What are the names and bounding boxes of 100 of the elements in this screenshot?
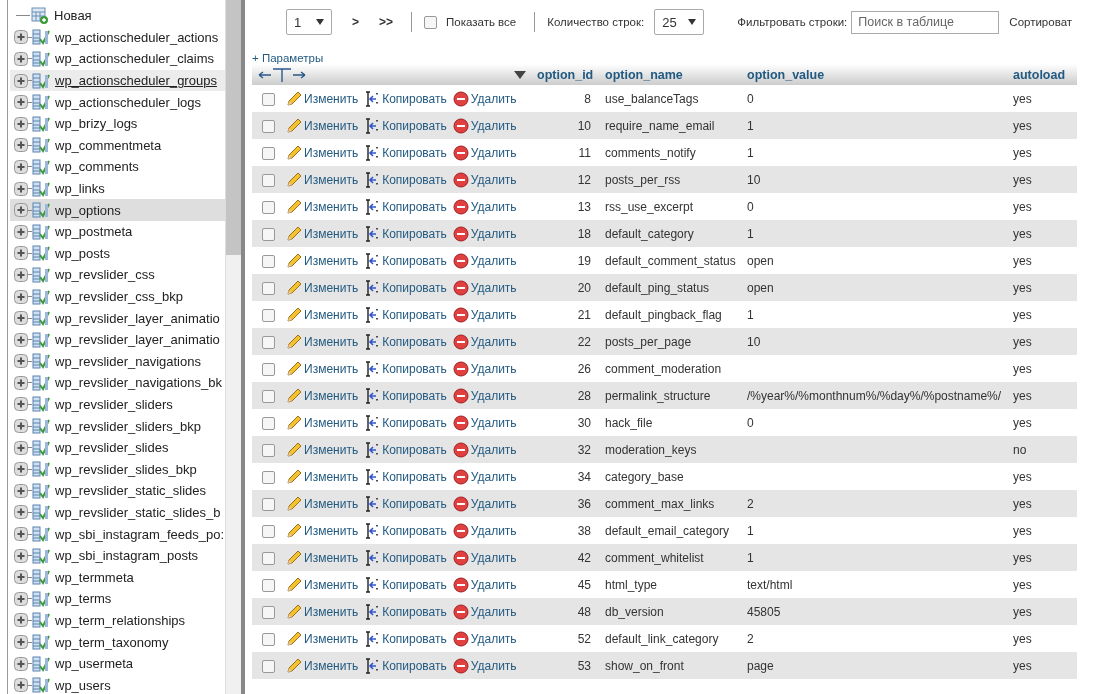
- copy-link[interactable]: Копировать: [364, 333, 447, 350]
- edit-link[interactable]: Изменить: [286, 198, 359, 215]
- expand-icon[interactable]: [14, 635, 28, 649]
- show-all-checkbox[interactable]: [424, 15, 438, 29]
- column-header[interactable]: option_id: [533, 64, 601, 85]
- delete-link[interactable]: Удалить: [452, 333, 517, 350]
- table-link[interactable]: wp_actionscheduler_logs: [55, 94, 201, 110]
- expand-icon[interactable]: [14, 656, 28, 671]
- row-checkbox[interactable]: [262, 659, 275, 673]
- table-link[interactable]: wp_term_relationships: [55, 612, 186, 628]
- row-checkbox[interactable]: [262, 308, 275, 322]
- scrollbar-thumb[interactable]: [226, 0, 241, 255]
- expand-icon[interactable]: [14, 203, 28, 218]
- copy-link[interactable]: Копировать: [364, 657, 447, 674]
- edit-link[interactable]: Изменить: [286, 171, 359, 188]
- table-link[interactable]: wp_revslider_navigations: [55, 353, 201, 369]
- edit-link[interactable]: Изменить: [286, 117, 359, 134]
- dropdown-icon[interactable]: [514, 70, 526, 79]
- expand-icon[interactable]: [14, 181, 28, 196]
- table-link[interactable]: wp_usermeta: [55, 656, 134, 672]
- edit-link[interactable]: Изменить: [286, 414, 359, 431]
- edit-link[interactable]: Изменить: [286, 576, 359, 593]
- table-link[interactable]: wp_posts: [55, 245, 110, 261]
- edit-link[interactable]: Изменить: [286, 630, 359, 647]
- row-checkbox[interactable]: [262, 335, 275, 349]
- copy-link[interactable]: Копировать: [364, 198, 447, 215]
- copy-link[interactable]: Копировать: [364, 225, 447, 242]
- row-checkbox[interactable]: [262, 524, 275, 538]
- row-checkbox[interactable]: [262, 578, 275, 592]
- expand-icon[interactable]: [14, 73, 28, 88]
- table-link[interactable]: wp_term_taxonomy: [55, 634, 169, 650]
- copy-link[interactable]: Копировать: [364, 306, 447, 323]
- copy-link[interactable]: Копировать: [364, 252, 447, 269]
- last-page-button[interactable]: >>: [379, 15, 394, 29]
- table-link[interactable]: wp_brizy_logs: [55, 116, 138, 132]
- copy-link[interactable]: Копировать: [364, 549, 447, 566]
- table-link[interactable]: wp_revslider_sliders_bkp: [55, 418, 201, 434]
- delete-link[interactable]: Удалить: [452, 306, 517, 323]
- edit-link[interactable]: Изменить: [286, 225, 359, 242]
- copy-link[interactable]: Копировать: [364, 576, 447, 593]
- copy-link[interactable]: Копировать: [364, 387, 447, 404]
- table-link[interactable]: wp_links: [55, 181, 105, 197]
- edit-link[interactable]: Изменить: [286, 387, 359, 404]
- edit-link[interactable]: Изменить: [286, 333, 359, 350]
- delete-link[interactable]: Удалить: [452, 117, 517, 134]
- delete-link[interactable]: Удалить: [452, 279, 517, 296]
- delete-link[interactable]: Удалить: [452, 522, 517, 539]
- column-arrows-icon[interactable]: [258, 67, 306, 82]
- expand-icon[interactable]: [14, 159, 28, 174]
- edit-link[interactable]: Изменить: [286, 468, 359, 485]
- delete-link[interactable]: Удалить: [452, 171, 517, 188]
- row-checkbox[interactable]: [262, 254, 275, 268]
- table-link[interactable]: wp_actionscheduler_actions: [55, 29, 219, 45]
- table-link[interactable]: wp_revslider_css: [55, 267, 155, 283]
- edit-link[interactable]: Изменить: [286, 90, 359, 107]
- row-checkbox[interactable]: [262, 551, 275, 565]
- expand-icon[interactable]: [14, 289, 28, 304]
- edit-link[interactable]: Изменить: [286, 441, 359, 458]
- column-header[interactable]: autoload: [1009, 64, 1077, 85]
- edit-link[interactable]: Изменить: [286, 495, 359, 512]
- row-checkbox[interactable]: [262, 362, 275, 376]
- expand-icon[interactable]: [14, 95, 28, 110]
- copy-link[interactable]: Копировать: [364, 630, 447, 647]
- row-checkbox[interactable]: [262, 146, 275, 160]
- table-link[interactable]: wp_revslider_static_slides: [55, 483, 206, 499]
- row-checkbox[interactable]: [262, 416, 275, 430]
- delete-link[interactable]: Удалить: [452, 549, 517, 566]
- edit-link[interactable]: Изменить: [286, 603, 359, 620]
- expand-icon[interactable]: [14, 52, 28, 66]
- delete-link[interactable]: Удалить: [452, 414, 517, 431]
- expand-icon[interactable]: [14, 375, 28, 390]
- delete-link[interactable]: Удалить: [452, 576, 517, 593]
- copy-link[interactable]: Копировать: [364, 171, 447, 188]
- edit-link[interactable]: Изменить: [286, 549, 359, 566]
- table-link[interactable]: wp_termmeta: [55, 569, 134, 585]
- expand-icon[interactable]: [14, 462, 28, 477]
- filter-field[interactable]: Поиск в таблице: [851, 10, 1000, 34]
- delete-link[interactable]: Удалить: [452, 441, 517, 458]
- row-checkbox[interactable]: [262, 227, 275, 241]
- delete-link[interactable]: Удалить: [452, 630, 517, 647]
- expand-icon[interactable]: [14, 224, 28, 239]
- column-header[interactable]: option_value: [743, 64, 1009, 85]
- expand-icon[interactable]: [14, 548, 28, 563]
- delete-link[interactable]: Удалить: [452, 657, 517, 674]
- edit-link[interactable]: Изменить: [286, 144, 359, 161]
- delete-link[interactable]: Удалить: [452, 225, 517, 242]
- row-checkbox[interactable]: [262, 173, 275, 187]
- rows-count-select[interactable]: 25: [654, 9, 705, 35]
- delete-link[interactable]: Удалить: [452, 198, 517, 215]
- row-checkbox[interactable]: [262, 389, 275, 403]
- table-link[interactable]: wp_sbi_instagram_feeds_po:: [55, 526, 225, 542]
- expand-icon[interactable]: [14, 116, 28, 131]
- table-link[interactable]: wp_revslider_slides_bkp: [55, 461, 197, 477]
- expand-icon[interactable]: [14, 246, 28, 261]
- new-table-link[interactable]: Новая: [54, 8, 92, 24]
- table-link[interactable]: wp_terms: [55, 591, 112, 607]
- copy-link[interactable]: Копировать: [364, 522, 447, 539]
- row-checkbox[interactable]: [262, 92, 275, 106]
- options-link[interactable]: + Параметры: [252, 52, 324, 64]
- expand-icon[interactable]: [14, 30, 28, 45]
